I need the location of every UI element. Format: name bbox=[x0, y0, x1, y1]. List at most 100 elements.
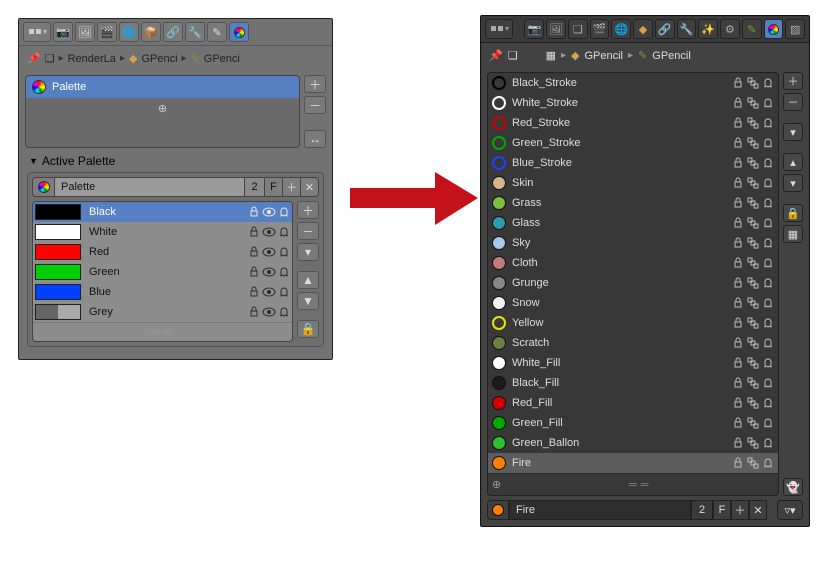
material-list-item[interactable]: Black_Fill bbox=[488, 373, 778, 393]
lock-icon[interactable] bbox=[732, 137, 744, 149]
add-icon[interactable]: ⊕ bbox=[492, 478, 501, 491]
ghost-icon[interactable] bbox=[762, 257, 774, 269]
ghost-icon[interactable] bbox=[278, 226, 290, 238]
lock-icon[interactable] bbox=[732, 257, 744, 269]
onion-icon[interactable] bbox=[747, 297, 759, 309]
ghost-icon[interactable] bbox=[762, 317, 774, 329]
tab-render-icon[interactable]: 📷 bbox=[524, 19, 544, 39]
color-menu-button[interactable]: ▾ bbox=[297, 243, 319, 261]
material-list-item[interactable]: Green_Ballon bbox=[488, 433, 778, 453]
pin-icon[interactable]: 📌 bbox=[489, 49, 503, 62]
tab-object-icon[interactable]: ◆ bbox=[633, 19, 653, 39]
datablock-unlink-button[interactable]: ✕ bbox=[749, 500, 767, 520]
lock-icon[interactable] bbox=[732, 177, 744, 189]
tab-data-icon[interactable]: ✎ bbox=[742, 19, 762, 39]
material-list-item[interactable]: Fire bbox=[488, 453, 778, 473]
lock-icon[interactable] bbox=[732, 437, 744, 449]
material-list-item[interactable]: Cloth bbox=[488, 253, 778, 273]
color-swatch[interactable] bbox=[35, 224, 81, 240]
material-list-item[interactable]: White_Fill bbox=[488, 353, 778, 373]
color-movedown-button[interactable]: ▼ bbox=[297, 292, 319, 310]
color-remove-button[interactable]: － bbox=[297, 222, 319, 240]
lock-icon[interactable] bbox=[732, 337, 744, 349]
onion-icon[interactable] bbox=[747, 97, 759, 109]
datablock-new-button[interactable]: ＋ bbox=[731, 500, 749, 520]
tab-world-icon[interactable]: 🌐 bbox=[611, 19, 631, 39]
palette-remove-button[interactable]: － bbox=[304, 96, 326, 114]
ghost-icon[interactable] bbox=[762, 337, 774, 349]
color-list-item[interactable]: Green bbox=[33, 262, 292, 282]
ghost-icon[interactable] bbox=[762, 277, 774, 289]
onion-icon[interactable] bbox=[747, 377, 759, 389]
section-header-active-palette[interactable]: ▼ Active Palette bbox=[25, 148, 326, 172]
lock-icon[interactable] bbox=[732, 457, 744, 469]
datablock-unlink-button[interactable]: ✕ bbox=[301, 177, 319, 197]
ghost-icon[interactable] bbox=[762, 217, 774, 229]
lock-icon[interactable] bbox=[732, 377, 744, 389]
material-list-item[interactable]: Red_Fill bbox=[488, 393, 778, 413]
lock-icon[interactable] bbox=[732, 197, 744, 209]
tab-data-icon[interactable]: ✎ bbox=[207, 22, 227, 42]
add-icon[interactable]: ⊕ bbox=[158, 102, 167, 115]
material-list-item[interactable]: Scratch bbox=[488, 333, 778, 353]
material-list-item[interactable]: Red_Stroke bbox=[488, 113, 778, 133]
palette-add-button[interactable]: ＋ bbox=[304, 75, 326, 93]
datablock-browse-icon[interactable] bbox=[32, 177, 54, 197]
material-remove-button[interactable]: － bbox=[783, 93, 803, 111]
breadcrumb-renderlayer[interactable]: RenderLa bbox=[68, 53, 116, 65]
editor-type-dropdown[interactable] bbox=[485, 19, 513, 39]
ghost-icon[interactable] bbox=[278, 266, 290, 278]
datablock-fakeuser[interactable]: F bbox=[713, 500, 731, 520]
material-list-item[interactable]: Black_Stroke bbox=[488, 73, 778, 93]
onion-icon[interactable] bbox=[747, 197, 759, 209]
lock-icon[interactable] bbox=[732, 77, 744, 89]
ghost-icon[interactable] bbox=[762, 177, 774, 189]
visibility-icon[interactable] bbox=[262, 206, 276, 218]
palette-stretch-button[interactable]: ↔ bbox=[304, 130, 326, 148]
visibility-icon[interactable] bbox=[262, 306, 276, 318]
breadcrumb-object[interactable]: GPencil bbox=[584, 50, 623, 62]
color-swatch[interactable] bbox=[35, 284, 81, 300]
ghost-icon[interactable] bbox=[762, 117, 774, 129]
breadcrumb-data[interactable]: GPencil bbox=[652, 50, 691, 62]
onion-icon[interactable] bbox=[747, 217, 759, 229]
material-list-item[interactable]: White_Stroke bbox=[488, 93, 778, 113]
lock-icon[interactable] bbox=[732, 297, 744, 309]
material-list-item[interactable]: Sky bbox=[488, 233, 778, 253]
datablock-name-field[interactable]: Palette bbox=[54, 177, 245, 197]
lock-icon[interactable] bbox=[732, 397, 744, 409]
material-add-button[interactable]: ＋ bbox=[783, 72, 803, 90]
ghost-icon[interactable] bbox=[278, 206, 290, 218]
tab-object-icon[interactable]: 📦 bbox=[141, 22, 161, 42]
tab-physics-icon[interactable]: ⚙ bbox=[720, 19, 740, 39]
onion-icon[interactable] bbox=[747, 337, 759, 349]
visibility-icon[interactable] bbox=[262, 246, 276, 258]
ghost-icon[interactable] bbox=[762, 237, 774, 249]
palette-list[interactable]: Palette ⊕ bbox=[25, 75, 300, 148]
lock-icon[interactable] bbox=[732, 117, 744, 129]
lock-icon[interactable] bbox=[248, 286, 260, 298]
material-list-item[interactable]: Blue_Stroke bbox=[488, 153, 778, 173]
onion-icon[interactable] bbox=[747, 457, 759, 469]
tab-constraints-icon[interactable]: 🔗 bbox=[655, 19, 675, 39]
material-list-item[interactable]: Snow bbox=[488, 293, 778, 313]
ghost-icon[interactable] bbox=[762, 457, 774, 469]
material-list-item[interactable]: Green_Fill bbox=[488, 413, 778, 433]
onion-icon[interactable] bbox=[747, 257, 759, 269]
datablock-users[interactable]: 2 bbox=[691, 500, 713, 520]
datablock-new-button[interactable]: ＋ bbox=[283, 177, 301, 197]
color-moveup-button[interactable]: ▲ bbox=[297, 271, 319, 289]
onion-icon[interactable] bbox=[747, 177, 759, 189]
lock-icon[interactable] bbox=[732, 97, 744, 109]
lock-icon[interactable] bbox=[248, 206, 260, 218]
color-list[interactable]: Black White Red Green bbox=[32, 201, 293, 342]
onion-icon[interactable] bbox=[747, 397, 759, 409]
onion-icon[interactable] bbox=[747, 157, 759, 169]
lock-icon[interactable] bbox=[732, 237, 744, 249]
lock-icon[interactable] bbox=[732, 217, 744, 229]
palette-list-item[interactable]: Palette bbox=[26, 76, 299, 98]
lock-icon[interactable] bbox=[732, 317, 744, 329]
onion-icon[interactable] bbox=[747, 357, 759, 369]
isolate-visibility-button[interactable]: ▦ bbox=[783, 225, 803, 243]
datablock-name-field[interactable]: Fire bbox=[509, 500, 691, 520]
